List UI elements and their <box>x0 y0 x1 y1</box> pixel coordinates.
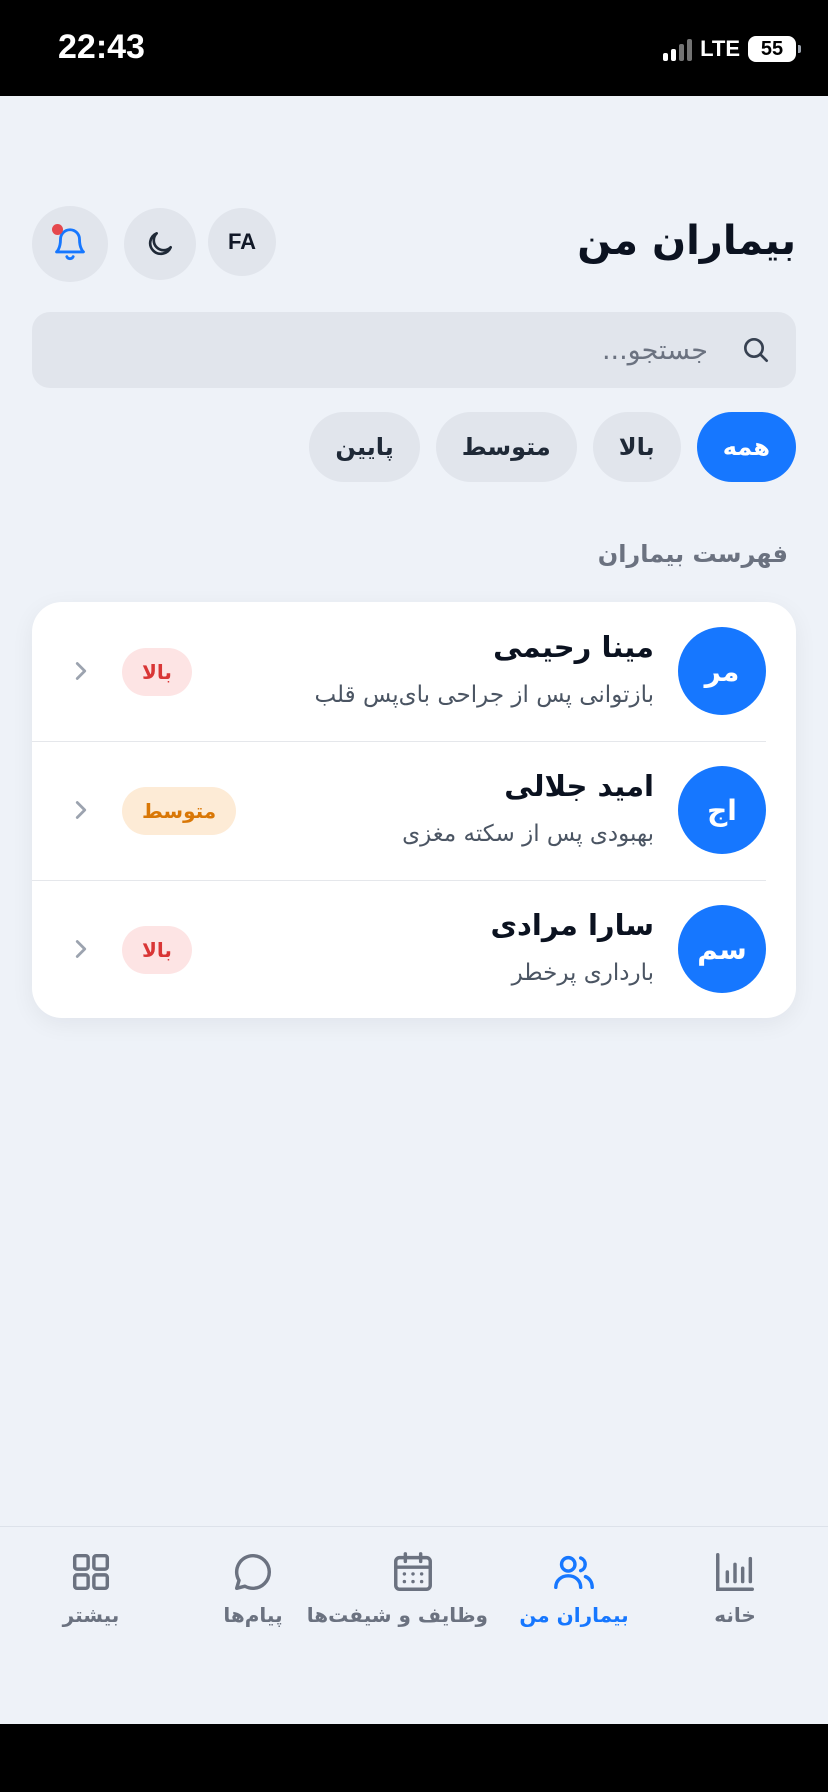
nav-messages[interactable]: پیام‌ها <box>178 1549 328 1659</box>
patient-avatar: سم <box>678 905 766 993</box>
priority-filters: همه بالا متوسط پایین <box>309 412 796 482</box>
status-bar: 22:43 LTE 55 <box>0 0 828 96</box>
calendar-icon <box>394 1552 432 1591</box>
patient-name: مینا رحیمی <box>493 630 654 664</box>
search-input[interactable] <box>108 312 708 388</box>
status-indicators: LTE 55 <box>663 34 801 64</box>
notification-dot <box>52 224 63 235</box>
section-title: فهرست بیماران <box>597 540 788 568</box>
patient-condition: بهبودی پس از سکته مغزی <box>402 821 654 847</box>
nav-label: بیشتر <box>62 1603 120 1627</box>
chevron-left-icon <box>75 662 87 680</box>
patient-name: سارا مرادی <box>490 908 654 942</box>
nav-home[interactable]: خانه <box>660 1549 810 1659</box>
nav-more[interactable]: بیشتر <box>16 1549 166 1659</box>
priority-badge: بالا <box>122 648 192 696</box>
moon-icon <box>148 232 172 256</box>
filter-medium[interactable]: متوسط <box>435 412 577 482</box>
home-indicator-bar <box>0 1724 828 1792</box>
language-button[interactable]: FA <box>208 208 276 276</box>
chevron-left-icon <box>75 940 87 958</box>
patient-row[interactable]: اج امید جلالی بهبودی پس از سکته مغزی متو… <box>32 741 796 879</box>
patient-name: امید جلالی <box>504 769 654 803</box>
chart-icon <box>716 1553 754 1591</box>
nav-my-patients[interactable]: بیماران من <box>499 1549 649 1659</box>
patient-row[interactable]: مر مینا رحیمی بازتوانی پس از جراحی بای‌پ… <box>32 602 796 740</box>
nav-tasks-shifts[interactable]: وظایف و شیفت‌ها <box>306 1549 488 1659</box>
filter-high[interactable]: بالا <box>592 412 681 482</box>
nav-label: وظایف و شیفت‌ها <box>306 1603 488 1627</box>
patient-avatar: اج <box>678 766 766 854</box>
nav-label: بیماران من <box>519 1603 629 1627</box>
bottom-nav: خانه بیماران من وظایف و شیفت‌ها پیام‌ها … <box>0 1526 828 1724</box>
nav-label: خانه <box>714 1603 756 1627</box>
nav-label: پیام‌ها <box>223 1603 283 1627</box>
patient-list: مر مینا رحیمی بازتوانی پس از جراحی بای‌پ… <box>32 602 796 1018</box>
filter-all[interactable]: همه <box>696 412 796 482</box>
language-label: FA <box>227 229 257 254</box>
battery-icon: 55 <box>748 36 801 62</box>
patient-condition: بازتوانی پس از جراحی بای‌پس قلب <box>314 682 654 708</box>
grid-icon <box>72 1553 110 1591</box>
search-bar <box>32 312 796 388</box>
battery-level: 55 <box>760 37 784 60</box>
network-type: LTE <box>700 36 740 61</box>
chevron-left-icon <box>75 801 87 819</box>
patient-condition: بارداری پرخطر <box>511 960 654 986</box>
page-title: بیماران من <box>577 218 796 264</box>
patient-row[interactable]: سم سارا مرادی بارداری پرخطر بالا <box>32 880 796 1018</box>
theme-toggle-button[interactable] <box>124 208 196 280</box>
patient-avatar: مر <box>678 627 766 715</box>
message-icon <box>234 1553 272 1591</box>
status-time: 22:43 <box>58 28 145 66</box>
notifications-button[interactable] <box>32 206 108 282</box>
search-icon <box>744 338 768 362</box>
priority-badge: بالا <box>122 926 192 974</box>
priority-badge: متوسط <box>122 787 237 835</box>
filter-low[interactable]: پایین <box>309 412 420 482</box>
signal-icon <box>663 37 693 61</box>
users-icon <box>554 1555 594 1590</box>
